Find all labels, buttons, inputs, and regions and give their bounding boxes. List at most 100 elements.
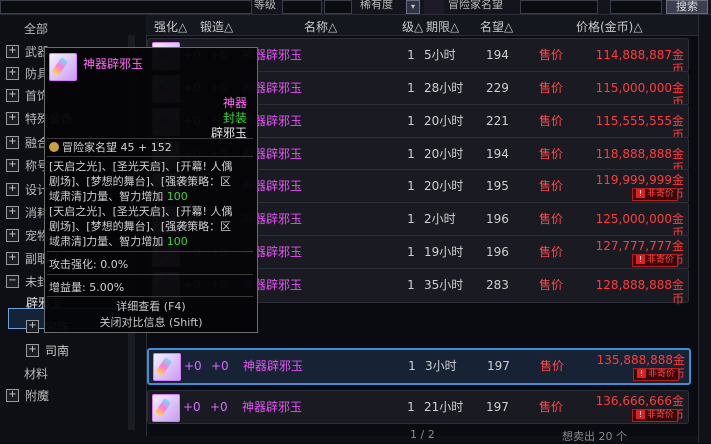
expand-icon[interactable]: + (26, 343, 39, 357)
effect-value: 100 (166, 190, 188, 203)
col-reputation[interactable]: 名望△ (480, 18, 513, 35)
expand-icon[interactable]: + (6, 66, 19, 80)
expand-icon[interactable]: + (6, 111, 19, 125)
item-reputation: 229 (486, 81, 509, 95)
subcategory-label: 司南 (45, 343, 70, 358)
item-duration: 20小时 (424, 114, 464, 128)
item-reputation: 283 (486, 278, 509, 292)
item-reputation: 197 (487, 359, 510, 373)
col-forge[interactable]: 锻造△ (200, 18, 233, 35)
footer: 1 / 2 想卖出 20 个 (146, 428, 698, 443)
page-indicator: 1 / 2 (410, 428, 435, 441)
reputation-min-input[interactable] (520, 0, 598, 14)
item-reputation: 221 (486, 114, 509, 128)
subcategory-b[interactable]: + 司南 (26, 340, 69, 360)
forge-value: +0 (210, 400, 228, 414)
expand-icon[interactable]: + (6, 388, 19, 402)
tooltip-attack: 攻击强化: 0.0% (49, 258, 129, 271)
tooltip-gain: 增益量: 5.00% (49, 281, 125, 294)
expand-icon[interactable]: + (6, 158, 19, 172)
level-max-input[interactable] (324, 0, 352, 14)
reinforce-value: +0 (184, 359, 202, 373)
sell-label: 售价 (539, 48, 564, 62)
collapse-icon[interactable]: − (6, 274, 19, 288)
col-reinforce[interactable]: 强化△ (154, 18, 187, 35)
tooltip-effect1-a: [天启之光]、[圣光天启]、[开幕! 人偶 (49, 160, 233, 173)
filter-bar: 等级 稀有度 ▾ 冒险家名望 搜索 (0, 0, 711, 15)
expand-icon[interactable]: + (6, 44, 19, 58)
tooltip-effect1-b: 剧场]、[梦想的舞台]、[强袭策略：区 (49, 175, 232, 188)
expand-icon[interactable]: + (6, 251, 19, 265)
item-reputation: 196 (486, 212, 509, 226)
expand-icon[interactable]: + (6, 88, 19, 102)
tooltip-detail-hint[interactable]: 详细查看 (F4) (45, 298, 257, 314)
search-button[interactable]: 搜索 (666, 0, 708, 14)
reputation-max-input[interactable] (610, 0, 662, 14)
tooltip-effect2-c: 域肃清]力量、智力增加 100 (49, 234, 188, 249)
item-level: 1 (407, 179, 415, 193)
effect-text: 域肃清]力量、智力增加 (49, 190, 164, 203)
table-header: 强化△ 锻造△ 名称△ 级△ 期限△ 名望△ 价格(金币)△ (146, 15, 698, 36)
table-row[interactable]: +0+0神器辟邪玉121小时197售价136,666,666金币非寄价 (147, 390, 689, 424)
category-enchant[interactable]: + 附魔 (6, 384, 146, 406)
expand-icon[interactable]: + (6, 228, 19, 242)
level-label: 等级 (254, 0, 276, 11)
category-all[interactable]: 全部 (6, 17, 146, 39)
tooltip-close-compare-hint[interactable]: 关闭对比信息 (Shift) (45, 314, 257, 330)
expand-icon[interactable]: + (6, 205, 19, 219)
forge-value: +0 (211, 359, 229, 373)
item-icon (49, 53, 77, 81)
warning-badge: 非寄价 (632, 188, 679, 201)
sell-label: 售价 (540, 359, 565, 373)
item-reputation: 197 (486, 400, 509, 414)
col-name[interactable]: 名称△ (304, 18, 337, 35)
item-level: 1 (408, 359, 416, 373)
tooltip-reputation: 冒险家名望 45 + 152 (49, 140, 172, 155)
sell-label: 售价 (539, 245, 564, 259)
item-duration: 20小时 (424, 147, 464, 161)
category-label: 附魔 (25, 388, 50, 403)
item-duration: 28小时 (424, 81, 464, 95)
reinforce-value: +0 (183, 400, 201, 414)
expand-icon[interactable]: + (6, 135, 19, 149)
sell-label: 售价 (539, 147, 564, 161)
col-price[interactable]: 价格(金币)△ (576, 18, 643, 35)
table-row[interactable]: +0+0神器辟邪玉13小时197售价135,888,888金币非寄价 (147, 348, 691, 385)
item-level: 1 (407, 114, 415, 128)
sell-label: 售价 (539, 400, 564, 414)
tooltip-divider (47, 251, 253, 252)
item-level: 1 (407, 147, 415, 161)
col-level[interactable]: 级△ (402, 18, 423, 35)
effect-value: 100 (166, 235, 188, 248)
tooltip-divider (47, 296, 253, 297)
tooltip-divider (47, 274, 253, 275)
filter-separator (424, 0, 444, 14)
item-level: 1 (407, 278, 415, 292)
listing-scrollbar[interactable] (698, 15, 711, 443)
tooltip-effect1-c: 域肃清]力量、智力增加 100 (49, 189, 188, 204)
item-duration: 35小时 (424, 278, 464, 292)
item-level: 1 (407, 48, 415, 62)
rarity-dropdown[interactable]: ▾ (406, 0, 420, 14)
rarity-label: 稀有度 (360, 0, 393, 11)
warning-badge: 非寄价 (633, 368, 680, 381)
sell-label: 售价 (539, 81, 564, 95)
warning-badge: 非寄价 (632, 254, 679, 267)
item-price: 128,888,888金币 (595, 278, 684, 306)
sell-label: 售价 (539, 212, 564, 226)
item-reputation: 196 (486, 245, 509, 259)
level-min-input[interactable] (282, 0, 322, 14)
tooltip-effect2-a: [天启之光]、[圣光天启]、[开幕! 人偶 (49, 205, 233, 218)
category-materials[interactable]: 材料 (6, 362, 146, 384)
expand-icon[interactable]: + (6, 182, 19, 196)
item-name-search-input[interactable] (0, 0, 252, 14)
expand-icon[interactable]: + (26, 319, 39, 333)
item-reputation: 195 (486, 179, 509, 193)
col-duration[interactable]: 期限△ (426, 18, 459, 35)
tooltip-effect2-b: 剧场]、[梦想的舞台]、[强袭策略：区 (49, 220, 232, 233)
item-duration: 5小时 (424, 48, 456, 62)
item-name: 神器辟邪玉 (242, 400, 303, 414)
sell-count: 想卖出 20 个 (562, 430, 627, 443)
item-duration: 3小时 (425, 359, 457, 373)
item-reputation: 194 (486, 147, 509, 161)
